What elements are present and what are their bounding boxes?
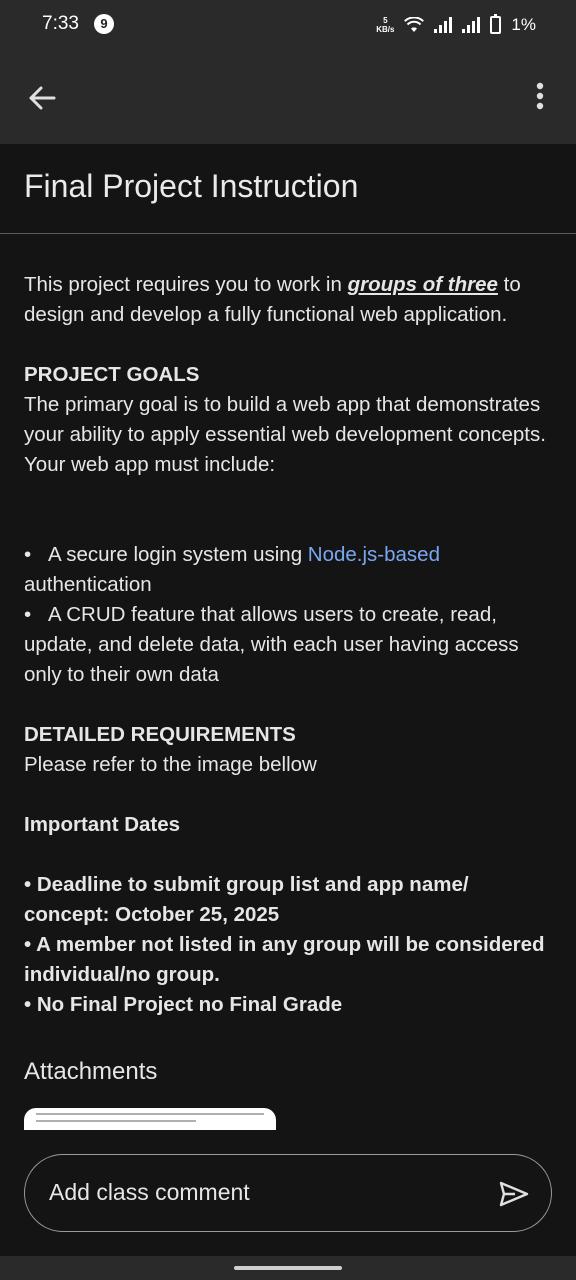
network-speed-value: 5	[383, 16, 388, 25]
signal-icon-sim2	[462, 17, 481, 33]
dates-heading: Important Dates	[24, 813, 181, 836]
intro-emphasis: groups of three	[347, 273, 498, 296]
date-item-member: • A member not listed in any group will …	[24, 933, 545, 986]
requirements-heading: DETAILED REQUIREMENTS	[24, 723, 296, 746]
notification-badge: 9	[94, 14, 114, 34]
comment-placeholder: Add class comment	[49, 1179, 250, 1205]
send-icon[interactable]	[499, 1181, 529, 1207]
date-item-final: • No Final Project no Final Grade	[24, 993, 343, 1016]
status-icons: 5 KB/s 1%	[376, 14, 536, 36]
bullet-item-login: • A secure login system using Node.js-bas…	[24, 543, 440, 596]
divider	[0, 233, 576, 234]
network-speed: 5 KB/s	[376, 16, 394, 34]
network-speed-unit: KB/s	[376, 25, 395, 34]
status-bar: 7:33 9 5 KB/s 1%	[0, 0, 576, 50]
intro-text-start: This project requires you to work in	[24, 273, 348, 296]
battery-icon	[490, 14, 502, 34]
page-title: Final Project Instruction	[24, 168, 359, 204]
bullet-item-crud: • A CRUD feature that allows users to cre…	[24, 603, 519, 686]
class-comment-input[interactable]: Add class comment	[24, 1154, 552, 1232]
date-item-deadline: • Deadline to submit group list and app …	[24, 873, 469, 926]
status-time: 7:33	[42, 13, 79, 34]
attachments-heading: Attachments	[24, 1058, 158, 1085]
signal-icon-sim1	[434, 17, 453, 33]
bullet-login-text-end: authentication	[24, 573, 152, 596]
attachment-thumbnail[interactable]	[24, 1108, 276, 1130]
arrow-back-icon[interactable]	[24, 80, 60, 116]
goals-text: The primary goal is to build a web app t…	[24, 393, 546, 476]
more-vert-icon[interactable]	[536, 82, 544, 112]
goals-heading: PROJECT GOALS	[24, 363, 200, 386]
home-gesture-handle[interactable]	[234, 1266, 342, 1270]
nodejs-link[interactable]: Node.js-based	[308, 543, 440, 566]
wifi-icon	[404, 17, 425, 32]
system-nav-bar	[0, 1256, 576, 1280]
bullet-crud-text: A CRUD feature that allows users to crea…	[24, 603, 519, 686]
battery-percent: 1%	[511, 15, 536, 34]
app-bar	[0, 50, 576, 144]
bullet-login-text: A secure login system using	[48, 543, 308, 566]
requirements-text: Please refer to the image bellow	[24, 753, 317, 776]
intro-paragraph: This project requires you to work in gro…	[24, 270, 552, 330]
instructions-body: This project requires you to work in gro…	[24, 270, 552, 1020]
